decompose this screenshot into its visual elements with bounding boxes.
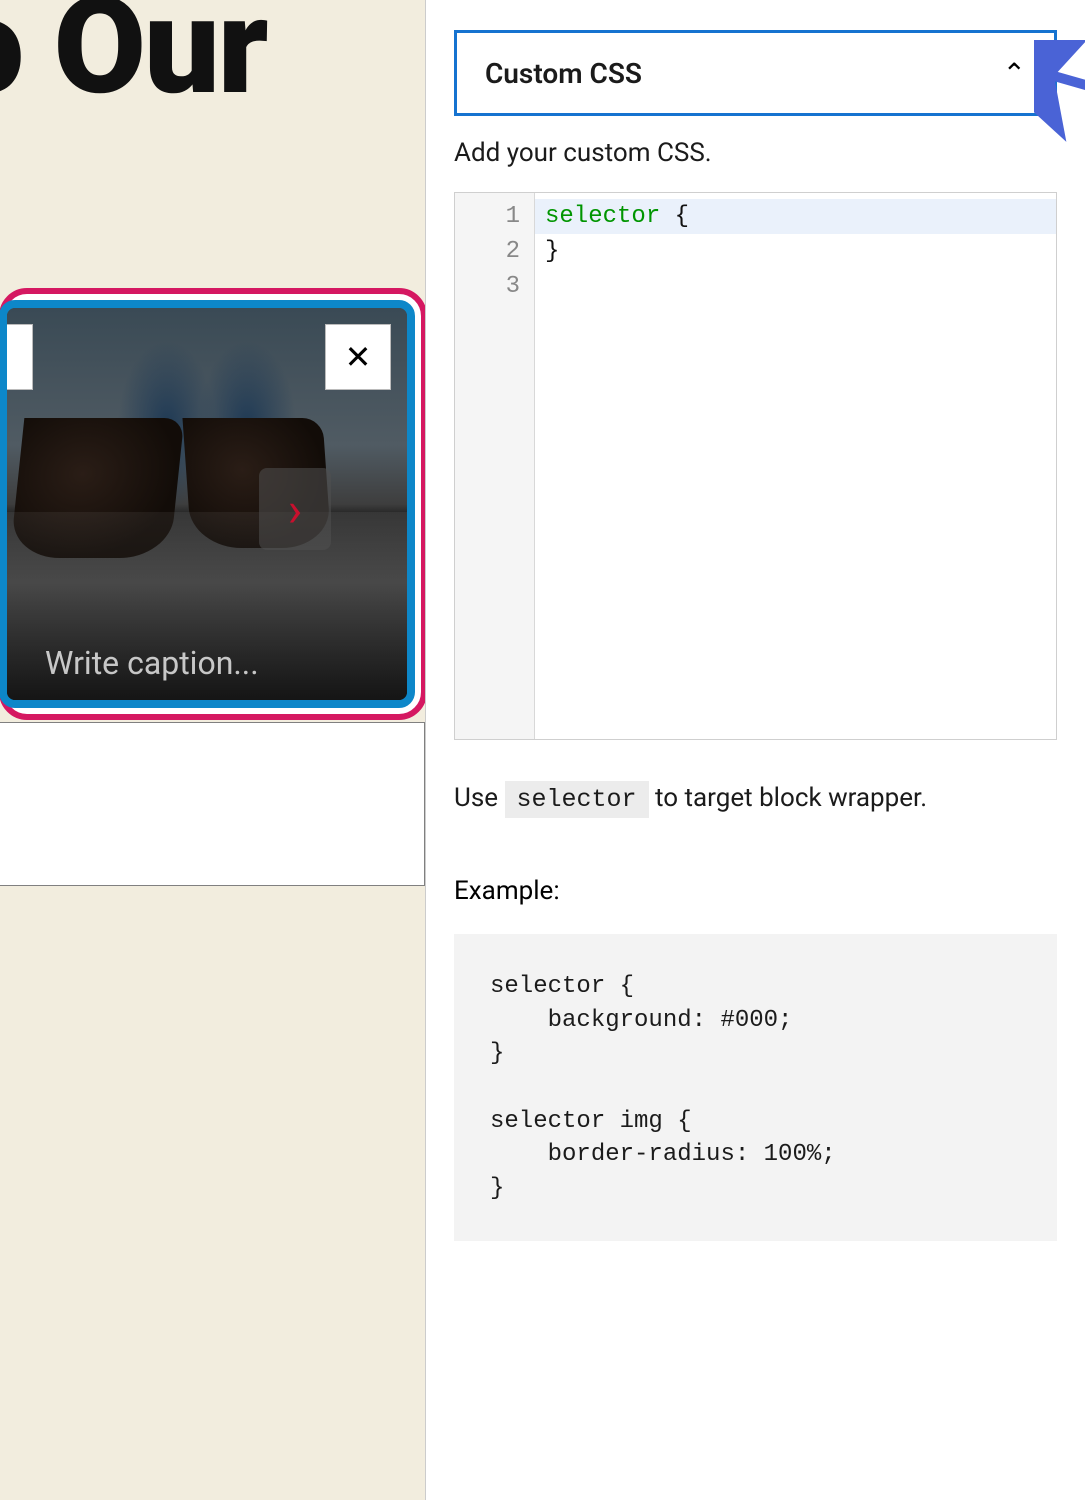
token-brace: { bbox=[660, 203, 689, 230]
example-code-block: selector { background: #000; } selector … bbox=[454, 934, 1057, 1241]
editor-content[interactable]: selector { } bbox=[535, 193, 1056, 739]
css-code-editor[interactable]: 1 2 3 selector { } bbox=[454, 192, 1057, 740]
caption-placeholder: Write caption... bbox=[45, 644, 259, 682]
move-next-button[interactable]: › bbox=[0, 324, 33, 390]
line-number: 2 bbox=[455, 234, 520, 269]
code-line: } bbox=[545, 234, 1046, 269]
line-number: 1 bbox=[455, 199, 520, 234]
hint-text: to target block wrapper. bbox=[649, 783, 928, 813]
token-brace: } bbox=[545, 238, 559, 265]
caption-input[interactable]: Write caption... bbox=[45, 644, 259, 682]
editor-canvas: To Our e › ✕ › Write caption... bbox=[0, 0, 425, 1500]
empty-block-placeholder[interactable] bbox=[0, 722, 425, 886]
chevron-up-icon: ⌃ bbox=[1003, 57, 1026, 90]
page-headline: To Our e bbox=[0, 0, 267, 248]
slide-next-button[interactable]: › bbox=[259, 468, 331, 550]
code-chip: selector bbox=[505, 781, 649, 818]
selected-gallery-block[interactable]: › ✕ › Write caption... bbox=[0, 288, 425, 720]
custom-css-panel-toggle[interactable]: Custom CSS ⌃ bbox=[454, 30, 1057, 116]
hint-text: Use bbox=[454, 783, 505, 813]
line-number: 3 bbox=[455, 269, 520, 304]
chevron-right-icon: › bbox=[288, 481, 302, 538]
example-label: Example: bbox=[454, 876, 1057, 906]
selector-hint: Use selector to target block wrapper. bbox=[454, 780, 1057, 818]
help-text: Add your custom CSS. bbox=[454, 138, 1057, 168]
editor-gutter: 1 2 3 bbox=[455, 193, 535, 739]
gallery-image-frame: › ✕ › Write caption... bbox=[0, 300, 415, 708]
remove-image-button[interactable]: ✕ bbox=[325, 324, 391, 390]
chevron-right-icon: › bbox=[0, 338, 5, 376]
panel-title: Custom CSS bbox=[485, 57, 642, 90]
settings-panel: Custom CSS ⌃ Add your custom CSS. 1 2 3 … bbox=[425, 0, 1085, 1500]
headline-line1: To Our bbox=[0, 0, 267, 125]
close-icon: ✕ bbox=[345, 338, 372, 376]
token-selector: selector bbox=[545, 203, 660, 230]
